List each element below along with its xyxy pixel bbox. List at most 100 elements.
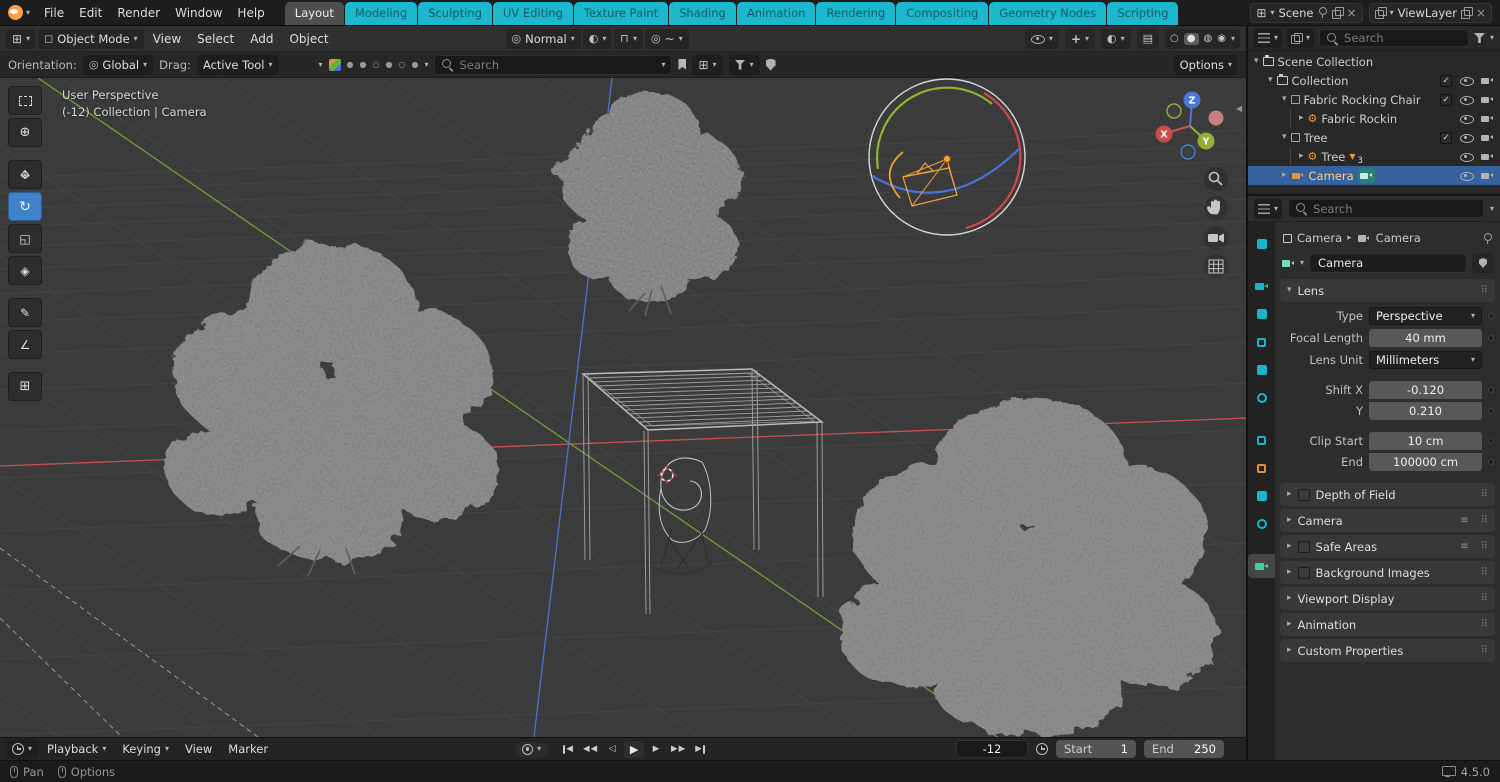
animate-dot[interactable] bbox=[1488, 386, 1494, 393]
eye-icon[interactable] bbox=[1459, 151, 1474, 163]
options-dropdown[interactable]: Options bbox=[1173, 54, 1238, 75]
menu-marker[interactable]: Marker bbox=[221, 740, 275, 758]
next-keyframe-button[interactable] bbox=[668, 741, 688, 758]
tab-uv-editing[interactable]: UV Editing bbox=[492, 2, 573, 25]
lens-unit-dropdown[interactable]: Millimeters bbox=[1369, 350, 1482, 369]
scene-render[interactable]: Z X Y bbox=[0, 78, 1246, 737]
tree-left[interactable] bbox=[167, 243, 498, 560]
pin-icon[interactable] bbox=[1482, 232, 1492, 245]
data-name-field[interactable]: Camera bbox=[1309, 253, 1467, 273]
navigation-gizmo[interactable]: Z X Y bbox=[1155, 91, 1224, 160]
menu-help[interactable]: Help bbox=[230, 3, 271, 23]
rotate-tool[interactable] bbox=[8, 192, 42, 221]
preset-icon[interactable] bbox=[1460, 516, 1468, 526]
tool-option-icon[interactable] bbox=[373, 61, 380, 69]
disclosure-icon[interactable] bbox=[1254, 57, 1259, 66]
breadcrumb-object[interactable]: Camera bbox=[1297, 231, 1342, 245]
menu-keying[interactable]: Keying bbox=[115, 740, 176, 758]
outliner-row-scene-collection[interactable]: Scene Collection bbox=[1248, 52, 1500, 71]
chevron-down-icon[interactable] bbox=[319, 61, 323, 69]
animate-dot[interactable] bbox=[1488, 334, 1494, 341]
play-button[interactable] bbox=[624, 740, 645, 758]
close-icon[interactable] bbox=[1476, 7, 1486, 19]
mode-selector[interactable]: Object Mode bbox=[38, 28, 144, 49]
overlays-dropdown[interactable] bbox=[1101, 28, 1131, 49]
menu-window[interactable]: Window bbox=[168, 3, 229, 23]
outliner-search[interactable] bbox=[1319, 29, 1469, 47]
outliner-row-fabric-rocking-chair-data[interactable]: Fabric Rockin bbox=[1248, 109, 1500, 128]
snap-toggle[interactable] bbox=[614, 28, 643, 49]
move-tool[interactable] bbox=[8, 160, 42, 189]
section-depth-of-field[interactable]: Depth of Field bbox=[1280, 483, 1495, 506]
shift-x-field[interactable]: -0.120 bbox=[1369, 380, 1482, 399]
menu-select[interactable]: Select bbox=[190, 29, 241, 49]
disclosure-icon[interactable] bbox=[1268, 76, 1273, 85]
play-reverse-button[interactable] bbox=[602, 741, 622, 758]
clip-start-field[interactable]: 10 cm bbox=[1369, 431, 1482, 450]
grip-icon[interactable] bbox=[1481, 490, 1488, 500]
tab-object[interactable] bbox=[1248, 456, 1275, 480]
tool-option-icon[interactable] bbox=[398, 61, 405, 69]
menu-render[interactable]: Render bbox=[110, 3, 167, 23]
tab-geometry-nodes[interactable]: Geometry Nodes bbox=[989, 2, 1107, 25]
outliner-row-collection[interactable]: Collection bbox=[1248, 71, 1500, 90]
auto-keying-toggle[interactable] bbox=[515, 741, 549, 757]
visibility-dropdown[interactable] bbox=[1024, 28, 1059, 49]
tab-shading[interactable]: Shading bbox=[669, 2, 736, 25]
preset-icon[interactable] bbox=[1460, 542, 1468, 552]
eye-icon[interactable] bbox=[1459, 75, 1474, 87]
section-viewport-display[interactable]: Viewport Display bbox=[1280, 587, 1495, 610]
section-animation[interactable]: Animation bbox=[1280, 613, 1495, 636]
menu-file[interactable]: File bbox=[37, 3, 71, 23]
jump-to-end-button[interactable] bbox=[690, 741, 710, 758]
section-camera[interactable]: Camera bbox=[1280, 509, 1495, 532]
outliner-row-tree-data[interactable]: Tree 3 bbox=[1248, 147, 1500, 166]
outliner-row-tree[interactable]: Tree bbox=[1248, 128, 1500, 147]
checkbox-icon[interactable] bbox=[1297, 540, 1310, 553]
eye-icon[interactable] bbox=[1459, 113, 1474, 125]
outliner-editor-selector[interactable] bbox=[1254, 28, 1283, 48]
new-view-layer-icon[interactable] bbox=[1460, 7, 1474, 19]
preview-range-icon[interactable] bbox=[1036, 743, 1048, 755]
disclosure-icon[interactable] bbox=[1282, 95, 1287, 104]
wireframe-shading-button[interactable] bbox=[1170, 34, 1179, 44]
filter-dropdown[interactable] bbox=[728, 54, 760, 75]
disclosure-icon[interactable] bbox=[1282, 133, 1287, 142]
animate-dot[interactable] bbox=[1488, 407, 1494, 414]
nav-axis-x-negative[interactable] bbox=[1208, 110, 1224, 126]
nav-axis-y-negative[interactable] bbox=[1166, 103, 1182, 119]
tool-option-icon[interactable] bbox=[347, 61, 354, 69]
transform-tool[interactable] bbox=[8, 256, 42, 285]
menu-object[interactable]: Object bbox=[282, 29, 335, 49]
tab-tool[interactable] bbox=[1248, 232, 1275, 256]
camera-visibility-icon[interactable] bbox=[1480, 94, 1494, 106]
pan-hand-button[interactable] bbox=[1204, 196, 1228, 220]
tab-scene[interactable] bbox=[1248, 358, 1275, 382]
tool-option-icon[interactable] bbox=[386, 61, 393, 69]
grip-icon[interactable] bbox=[1481, 620, 1488, 630]
close-icon[interactable] bbox=[1347, 7, 1357, 19]
scale-tool[interactable] bbox=[8, 224, 42, 253]
camera-visibility-icon[interactable] bbox=[1480, 132, 1494, 144]
tab-render[interactable] bbox=[1248, 274, 1275, 298]
eye-icon[interactable] bbox=[1459, 132, 1474, 144]
chevron-down-icon[interactable] bbox=[1300, 259, 1304, 267]
annotate-tool[interactable] bbox=[8, 298, 42, 327]
outliner-row-fabric-rocking-chair[interactable]: Fabric Rocking Chair bbox=[1248, 90, 1500, 109]
add-cube-tool[interactable] bbox=[8, 372, 42, 401]
grip-icon[interactable] bbox=[1481, 542, 1488, 552]
orientation-setting-dropdown[interactable]: Global bbox=[82, 54, 154, 75]
previous-keyframe-button[interactable] bbox=[580, 741, 600, 758]
viewport-search[interactable] bbox=[434, 54, 673, 75]
timeline-editor-selector[interactable] bbox=[6, 739, 39, 759]
camera-visibility-icon[interactable] bbox=[1480, 151, 1494, 163]
tab-world[interactable] bbox=[1248, 386, 1275, 410]
tab-animation[interactable]: Animation bbox=[736, 2, 816, 25]
eye-icon[interactable] bbox=[1459, 170, 1474, 182]
tab-modifiers[interactable] bbox=[1248, 484, 1275, 508]
view-layer-selector[interactable]: ViewLayer bbox=[1368, 2, 1492, 23]
properties-search-input[interactable] bbox=[1313, 201, 1477, 216]
lens-type-dropdown[interactable]: Perspective bbox=[1369, 306, 1482, 325]
outliner-display-mode[interactable] bbox=[1287, 28, 1315, 48]
tab-view-layer[interactable] bbox=[1248, 330, 1275, 354]
